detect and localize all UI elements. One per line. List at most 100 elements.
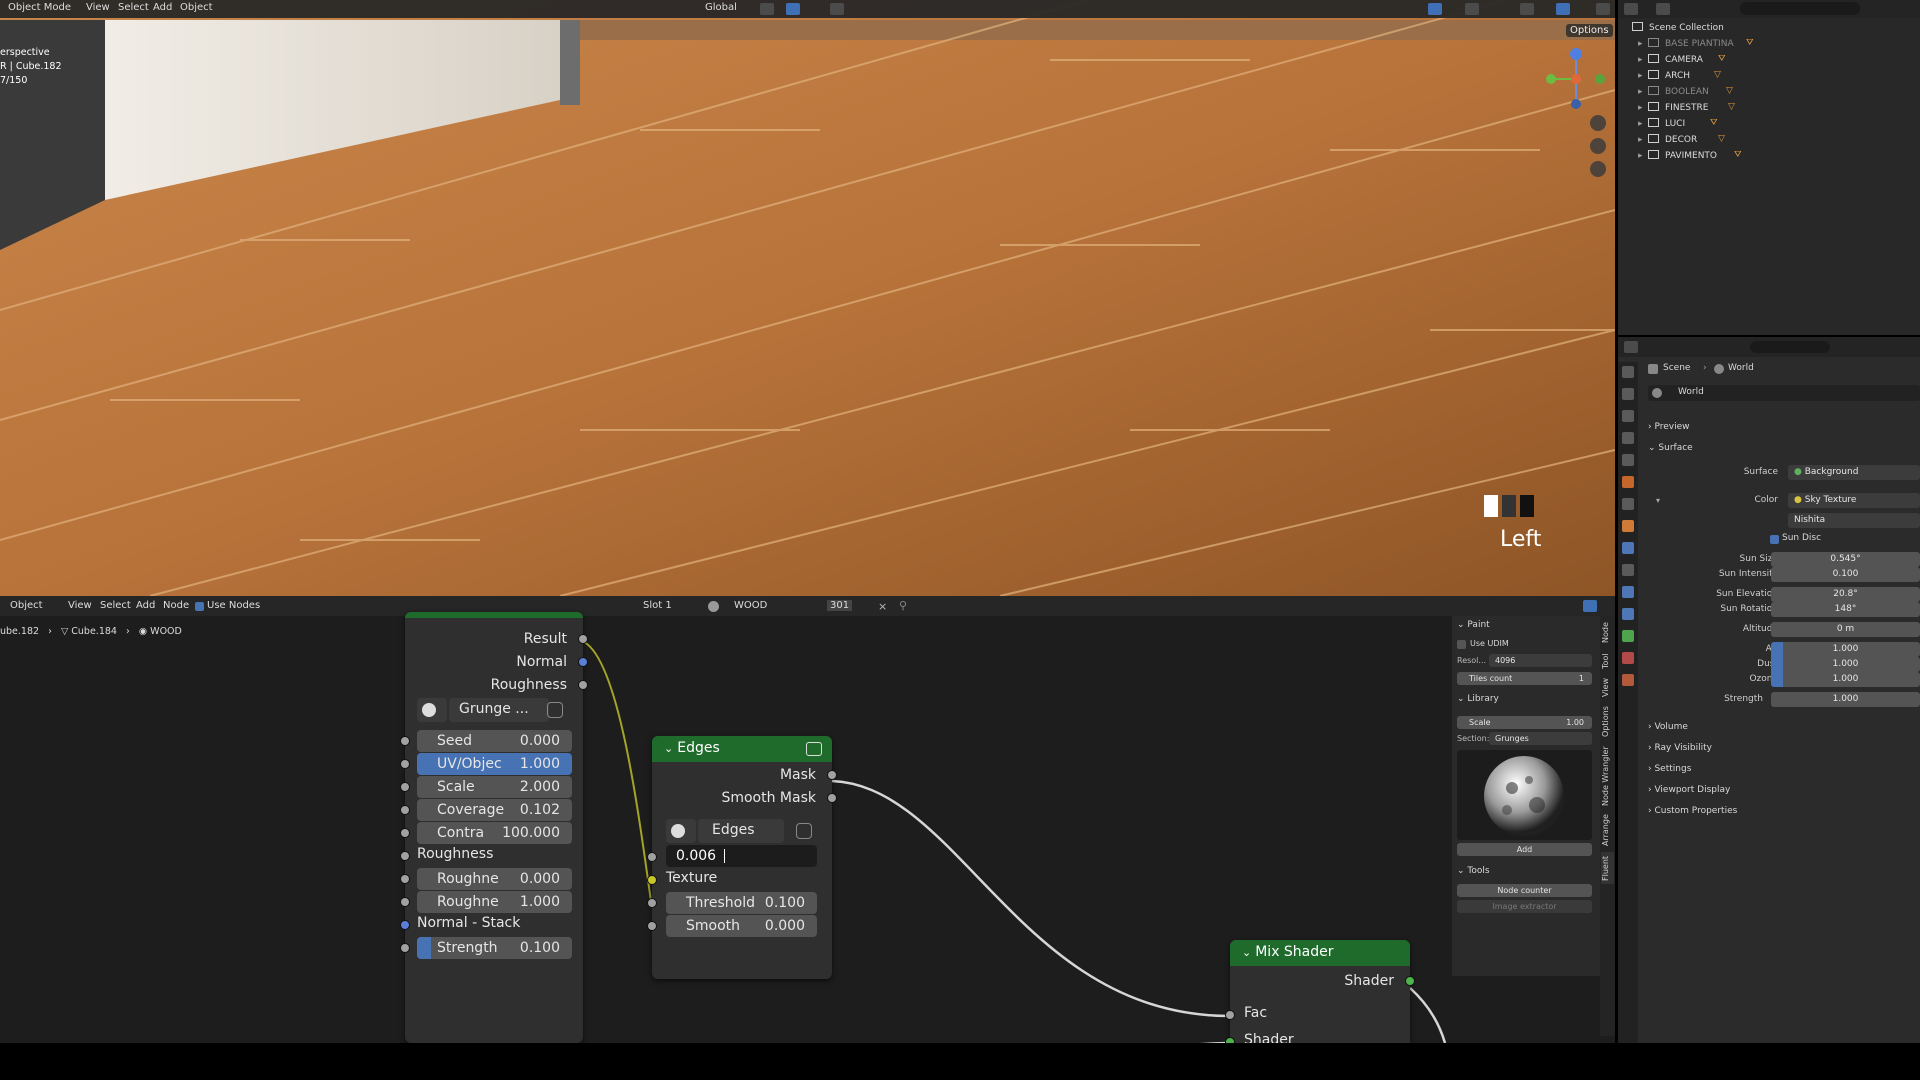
render-tab-icon[interactable] [1622, 388, 1634, 400]
mix-fac-socket[interactable] [1225, 1010, 1235, 1020]
transform-orientation-dropdown[interactable]: Global [705, 2, 737, 13]
menu-view[interactable]: View [86, 2, 110, 13]
library-section[interactable]: ⌄ Library [1457, 694, 1499, 704]
fake-user-shield-icon[interactable] [796, 823, 812, 839]
scale-field[interactable]: Scale 2.000 [417, 776, 572, 798]
sidebar-tab-tool[interactable]: Tool [1601, 650, 1614, 672]
altitude-field[interactable]: 0 m [1771, 622, 1920, 637]
output-normal-socket[interactable] [578, 657, 588, 667]
input-smooth-socket[interactable] [647, 921, 657, 931]
tiles-count-field[interactable]: Tiles count 1 [1457, 672, 1592, 685]
constraints-tab-icon[interactable] [1622, 608, 1634, 620]
node-group-icon[interactable] [806, 742, 822, 756]
section-surface[interactable]: ⌄ Surface [1648, 443, 1693, 453]
input-roughness-socket[interactable] [400, 851, 410, 861]
use-udim-checkbox[interactable] [1457, 640, 1466, 649]
input-texture-socket[interactable] [647, 875, 657, 885]
outliner-row-luci[interactable]: ▸ LUCI [1638, 118, 1685, 133]
input-coverage-socket[interactable] [400, 805, 410, 815]
collapse-chevron-icon[interactable]: ⌄ [664, 742, 673, 755]
options-button[interactable]: Options [1566, 24, 1613, 37]
outliner-row-boolean[interactable]: ▸ BOOLEAN [1638, 86, 1709, 101]
sidebar-tab-arrange[interactable]: Arrange [1601, 812, 1614, 848]
world-selector[interactable]: World [1648, 385, 1920, 401]
section-viewport-display[interactable]: › Viewport Display [1648, 785, 1730, 795]
input-normal-stack-socket[interactable] [400, 920, 410, 930]
input-seed-socket[interactable] [400, 736, 410, 746]
input-roughness-max-socket[interactable] [400, 897, 410, 907]
output-mask-socket[interactable] [827, 770, 837, 780]
edges-node-header[interactable]: ⌄ Edges [652, 736, 832, 762]
texture-browse-button[interactable] [417, 698, 447, 722]
resolution-dropdown[interactable]: 4096 [1489, 654, 1592, 667]
physics-tab-icon[interactable] [1622, 586, 1634, 598]
pause-icon[interactable] [1596, 3, 1610, 15]
world-name-field[interactable]: World [1678, 387, 1704, 397]
paint-section[interactable]: ⌄ Paint [1457, 620, 1490, 630]
air-field[interactable]: 1.000 [1771, 642, 1920, 657]
3d-viewport[interactable]: Object Mode View Select Add Object Globa… [0, 0, 1615, 596]
mix-shader-header[interactable]: ⌄ Mix Shader [1230, 940, 1410, 966]
navigation-gizmo[interactable] [1545, 44, 1615, 114]
library-section-dropdown[interactable]: Grunges [1489, 732, 1592, 745]
object-mode-dropdown[interactable]: Object Mode [8, 2, 71, 13]
sidebar-tab-node[interactable]: Node [1601, 620, 1614, 646]
mix-shader-output-socket[interactable] [1405, 976, 1415, 986]
edges-value-input[interactable]: 0.006 [666, 845, 817, 867]
input-roughness-min-socket[interactable] [400, 874, 410, 884]
tools-section[interactable]: ⌄ Tools [1457, 866, 1490, 876]
outliner-row-base-piantina[interactable]: ▸ BASE PIANTINA [1638, 38, 1734, 53]
image-extractor-button[interactable]: Image extractor [1457, 900, 1592, 913]
sidebar-tab-options[interactable]: Options [1601, 704, 1614, 740]
section-preview[interactable]: › Preview [1648, 422, 1690, 432]
world-browse-icon[interactable] [1652, 388, 1662, 398]
roughness-max-field[interactable]: Roughne 1.000 [417, 891, 572, 913]
pan-icon[interactable] [1590, 138, 1606, 154]
breadcrumb-world[interactable]: World [1728, 363, 1754, 373]
contrast-field[interactable]: Contra 100.000 [417, 822, 572, 844]
sun-rotation-field[interactable]: 148° [1771, 602, 1920, 617]
outliner-type-icon[interactable] [1624, 3, 1638, 15]
roughness-min-field[interactable]: Roughne 0.000 [417, 868, 572, 890]
outliner-search-input[interactable] [1740, 2, 1860, 15]
breadcrumb-scene[interactable]: Scene [1663, 363, 1690, 373]
output-smooth-mask-socket[interactable] [827, 793, 837, 803]
input-uv-socket[interactable] [400, 759, 410, 769]
world-tab-icon[interactable] [1622, 476, 1634, 488]
gizmo-icon[interactable] [1428, 3, 1442, 15]
sidebar-tab-view[interactable]: View [1601, 676, 1614, 700]
outliner-row-finestre[interactable]: ▸ FINESTRE [1638, 102, 1708, 117]
texture-tab-icon[interactable] [1622, 674, 1634, 686]
section-volume[interactable]: › Volume [1648, 722, 1688, 732]
coverage-field[interactable]: Coverage 0.102 [417, 799, 572, 821]
mix-shader-node[interactable]: ⌄ Mix Shader Shader Fac Shader [1225, 940, 1415, 1043]
strength-field[interactable]: 1.000 [1771, 692, 1920, 707]
sun-disc-checkbox[interactable] [1770, 535, 1779, 544]
color-expand-icon[interactable]: ▾ [1656, 496, 1660, 505]
outliner-row-pavimento[interactable]: ▸ PAVIMENTO [1638, 150, 1717, 165]
section-settings[interactable]: › Settings [1648, 764, 1691, 774]
menu-add[interactable]: Add [153, 2, 172, 13]
sky-type-dropdown[interactable]: Nishita [1788, 513, 1920, 528]
sun-elevation-field[interactable]: 20.8° [1771, 587, 1920, 602]
sidebar-tab-node-wrangler[interactable]: Node Wrangler [1601, 744, 1614, 808]
scene-collection-row[interactable]: Scene Collection [1632, 22, 1724, 37]
scene-tab-icon[interactable] [1622, 454, 1634, 466]
sun-intensity-field[interactable]: 0.100 [1771, 567, 1920, 582]
seed-field[interactable]: Seed 0.000 [417, 730, 572, 752]
pivot-icon[interactable] [760, 3, 774, 15]
display-mode-icon[interactable] [1656, 3, 1670, 15]
output-result-socket[interactable] [578, 634, 588, 644]
modifier-tab-icon[interactable] [1622, 542, 1634, 554]
strength-node-field[interactable]: Strength 0.100 [417, 937, 572, 959]
surface-shader-field[interactable]: ● Background [1788, 465, 1920, 480]
shading-solid-icon[interactable] [1520, 3, 1534, 15]
data-tab-icon[interactable] [1622, 630, 1634, 642]
outliner-row-arch[interactable]: ▸ ARCH [1638, 70, 1690, 85]
edges-texture-name[interactable]: Edges [698, 819, 784, 843]
shading-rendered-icon[interactable] [1556, 3, 1570, 15]
zoom-icon[interactable] [1590, 115, 1606, 131]
dust-field[interactable]: 1.000 [1771, 657, 1920, 672]
grunge-group-node[interactable]: Result Normal Roughness Grunge ... Seed 0… [400, 612, 588, 1043]
section-custom-properties[interactable]: › Custom Properties [1648, 806, 1737, 816]
